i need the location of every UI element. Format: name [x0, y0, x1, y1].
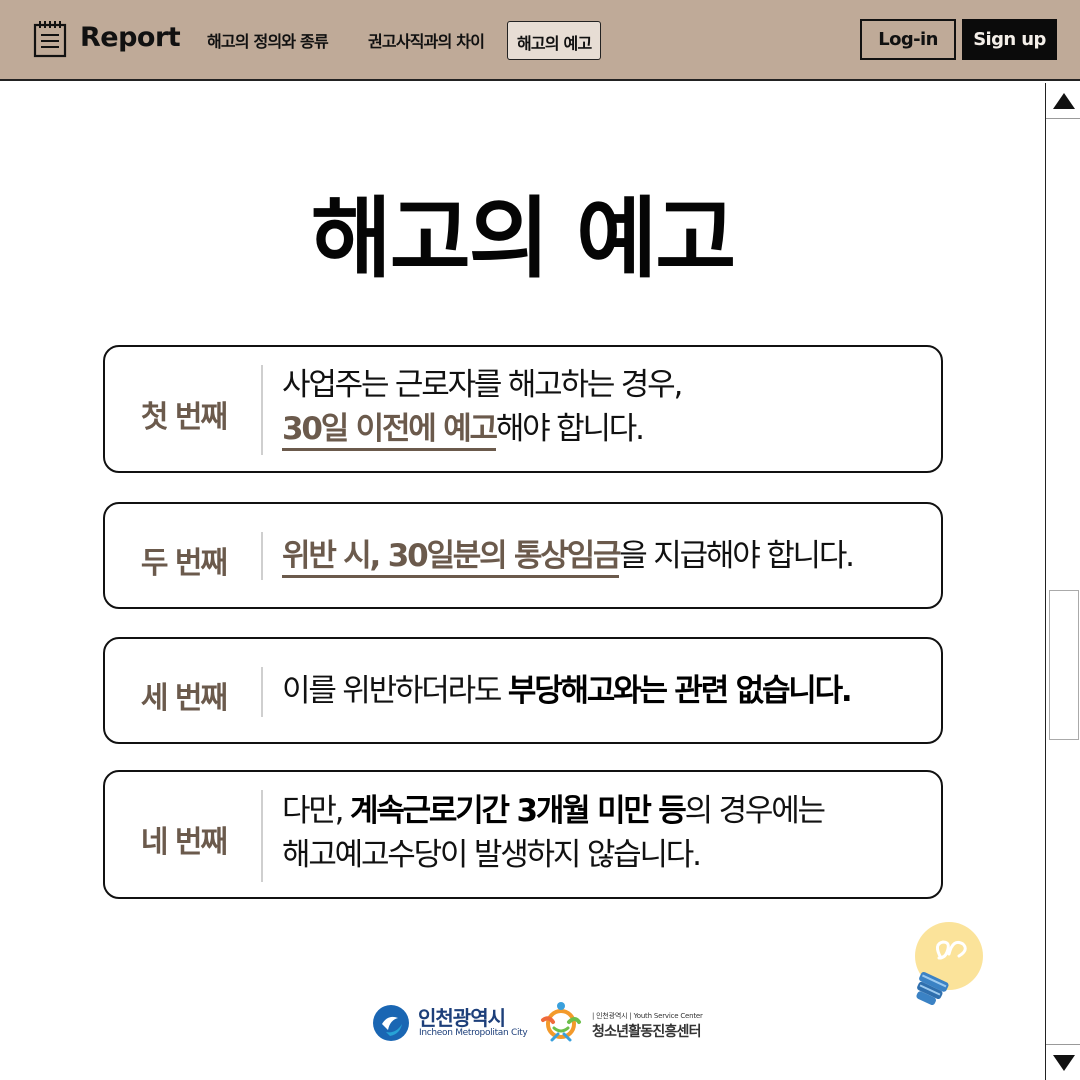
youth-center-name: 청소년활동진흥센터: [592, 1024, 702, 1040]
card-line: 다만, 계속근로기간 3개월 미만 등의 경우에는: [282, 789, 935, 833]
card-line: 해고예고수당이 발생하지 않습니다.: [282, 837, 702, 873]
card-divider: [261, 790, 263, 882]
nav-definition-types[interactable]: 해고의 정의와 종류: [207, 28, 329, 52]
card-text-rest: 을 지급해야 합니다.: [619, 538, 855, 574]
notice-card-1: 첫 번째 사업주는 근로자를 해고하는 경우, 30일 이전에 예고해야 합니다…: [103, 345, 943, 473]
login-button[interactable]: Log-in: [860, 19, 956, 60]
incheon-name: 인천광역시: [418, 1006, 506, 1030]
highlight-text: 위반 시, 30일분의 통상임금: [282, 538, 621, 578]
incheon-english-name: Incheon Metropolitan City: [419, 1028, 528, 1038]
notice-card-2: 두 번째 위반 시, 30일분의 통상임금을 지급해야 합니다.: [103, 502, 943, 609]
triangle-up-icon: [1052, 92, 1075, 109]
youth-center-logo-icon: [541, 1002, 581, 1042]
incheon-logo-icon: [373, 1005, 409, 1041]
notice-card-4: 네 번째 다만, 계속근로기간 3개월 미만 등의 경우에는 해고예고수당이 발…: [103, 770, 943, 899]
card-text-rest: 의 경우에는: [684, 793, 826, 829]
card-divider: [261, 365, 263, 455]
card-text-rest: 해야 합니다.: [495, 411, 645, 447]
card-divider: [261, 667, 263, 717]
logo-text[interactable]: Report: [80, 22, 181, 53]
bold-text: 부당해고와는 관련 없습니다.: [507, 673, 853, 709]
lightbulb-icon: [915, 922, 983, 1006]
notepad-icon: [33, 21, 67, 58]
card-text-prefix: 이를 위반하더라도: [282, 673, 508, 709]
page-title: 해고의 예고: [310, 187, 736, 290]
card-text-prefix: 다만,: [282, 793, 350, 829]
card-text: 이를 위반하더라도 부당해고와는 관련 없습니다.: [282, 669, 935, 713]
card-line: 사업주는 근로자를 해고하는 경우,: [282, 367, 683, 403]
triangle-down-icon: [1052, 1054, 1075, 1071]
card-label: 네 번째: [140, 825, 228, 860]
vertical-scrollbar[interactable]: [1045, 83, 1080, 1080]
card-label: 두 번째: [140, 546, 228, 581]
notice-card-3: 세 번째 이를 위반하더라도 부당해고와는 관련 없습니다.: [103, 637, 943, 744]
scroll-up-button[interactable]: [1046, 83, 1080, 119]
card-label: 세 번째: [140, 681, 228, 716]
highlight-text: 30일 이전에 예고: [282, 411, 498, 451]
card-text: 다만, 계속근로기간 3개월 미만 등의 경우에는 해고예고수당이 발생하지 않…: [282, 789, 935, 877]
nav-dismissal-notice[interactable]: 해고의 예고: [507, 21, 602, 60]
card-divider: [261, 532, 263, 580]
card-text: 사업주는 근로자를 해고하는 경우, 30일 이전에 예고해야 합니다.: [282, 363, 935, 451]
card-line: 30일 이전에 예고해야 합니다.: [282, 407, 935, 451]
top-nav-bar: Report 해고의 정의와 종류 권고사직과의 차이 해고의 예고 Log-i…: [0, 0, 1080, 81]
card-text: 위반 시, 30일분의 통상임금을 지급해야 합니다.: [282, 534, 935, 578]
bold-text: 계속근로기간 3개월 미만 등: [349, 793, 687, 829]
scroll-down-button[interactable]: [1046, 1044, 1080, 1080]
card-label: 첫 번째: [140, 400, 228, 435]
signup-button[interactable]: Sign up: [962, 19, 1057, 60]
nav-resignation-difference[interactable]: 권고사직과의 차이: [368, 28, 485, 52]
scroll-thumb[interactable]: [1049, 590, 1079, 740]
youth-center-subtitle: | 인천광역시 | Youth Service Center: [592, 1012, 703, 1020]
